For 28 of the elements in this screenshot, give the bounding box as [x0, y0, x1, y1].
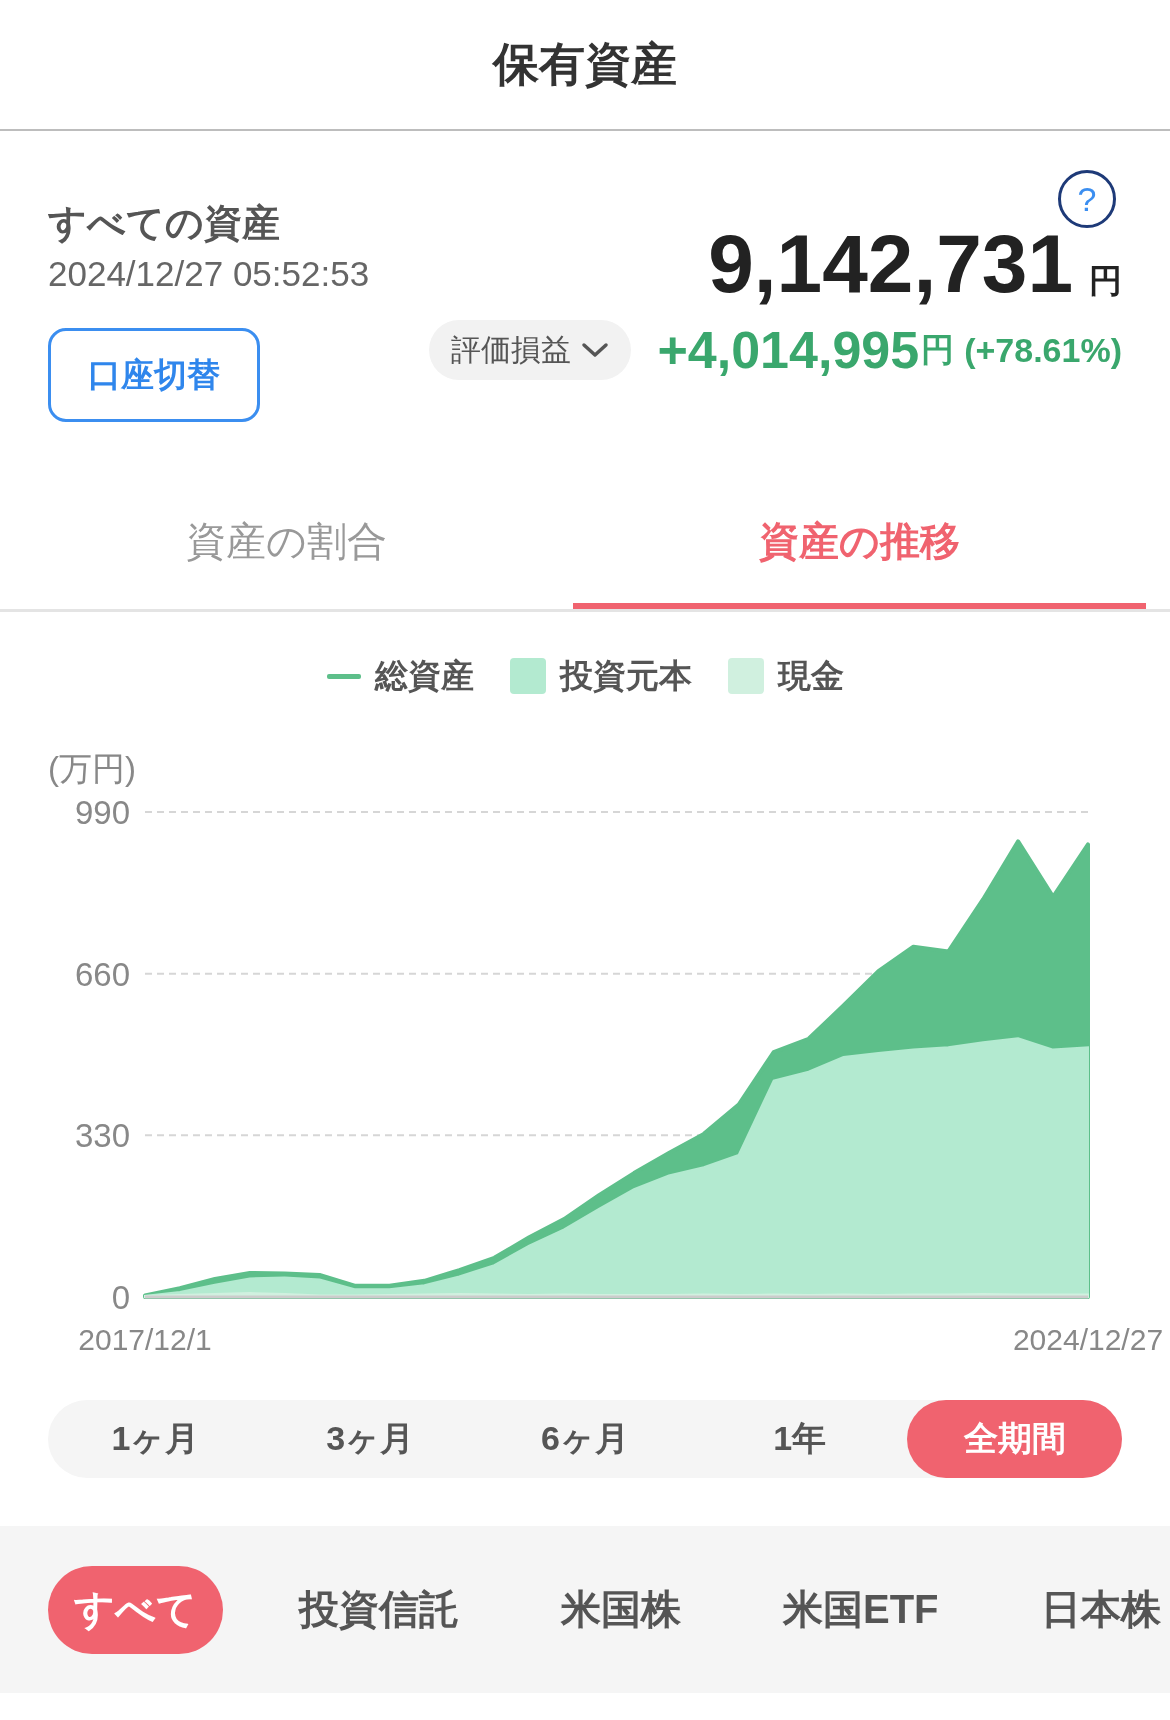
y-tick-label: 660	[74, 955, 130, 993]
currency-unit: 円	[921, 329, 955, 370]
timestamp: 2024/12/27 05:52:53	[48, 253, 370, 295]
period-option[interactable]: 6ヶ月	[477, 1400, 693, 1478]
legend-label: 総資産	[374, 655, 474, 696]
gain-percent: (+78.61%)	[964, 330, 1122, 370]
currency-unit: 円	[1089, 261, 1122, 301]
period-option[interactable]: 3ヶ月	[262, 1400, 478, 1478]
legend-label: 現金	[777, 655, 844, 696]
axis-unit-label: (万円)	[48, 750, 136, 787]
section-title: すべての資産	[48, 201, 280, 246]
mode-dropdown[interactable]: 評価損益	[429, 320, 632, 380]
legend-label: 投資元本	[559, 655, 692, 696]
x-tick-label: 2017/12/1	[78, 1323, 212, 1356]
page-title: 保有資産	[493, 36, 677, 92]
period-option[interactable]: 1年	[692, 1400, 908, 1478]
y-tick-label: 330	[74, 1117, 130, 1155]
category-chip[interactable]: 日本株	[1014, 1565, 1170, 1654]
category-chip[interactable]: 投資信託	[273, 1565, 485, 1654]
gain-value: +4,014,995	[657, 320, 920, 380]
y-tick-label: 0	[111, 1279, 130, 1316]
y-tick-label: 990	[74, 794, 130, 831]
account-switch-button[interactable]: 口座切替	[48, 328, 260, 422]
category-chip[interactable]: 米国ETF	[757, 1565, 965, 1654]
chevron-down-icon	[581, 340, 610, 360]
category-chip[interactable]: 米国株	[535, 1565, 707, 1654]
x-tick-label: 2024/12/27	[1012, 1323, 1164, 1356]
period-option[interactable]: 1ヶ月	[48, 1400, 263, 1478]
